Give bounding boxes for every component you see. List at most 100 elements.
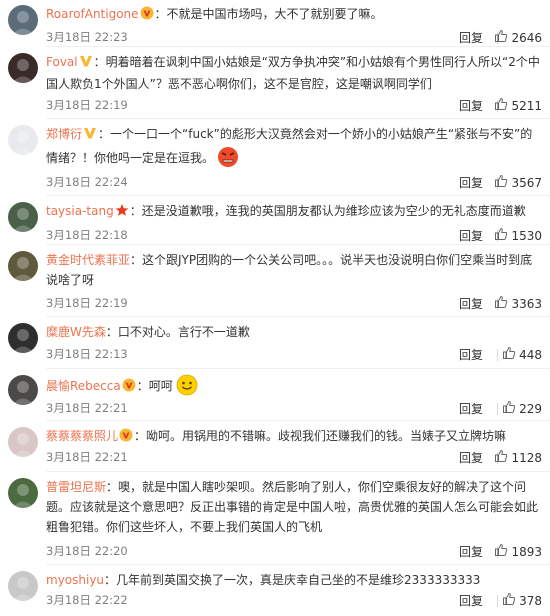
reply-button[interactable]: 回复	[459, 227, 483, 244]
avatar[interactable]	[8, 5, 38, 35]
comment-date: 3月18日 22:18	[46, 228, 128, 242]
like-count: 1128	[511, 450, 542, 465]
like-count: 3567	[511, 175, 542, 190]
vip-badge-icon[interactable]	[122, 378, 136, 398]
like-button[interactable]: 3567	[494, 174, 542, 191]
reply-button[interactable]: 回复	[459, 400, 483, 417]
like-count: 1893	[511, 544, 542, 559]
row-divider	[46, 195, 550, 196]
comment-text-block: 普雷坦尼斯：噢，就是中国人瞎吵架呗。然后影响了别人，你们空乘很友好的解决了这个问…	[46, 477, 540, 537]
v-badge-icon[interactable]	[83, 126, 97, 146]
reply-button[interactable]: 回复	[459, 174, 483, 191]
comment-text: ：几年前到英国交换了一次，真是庆幸自己坐的不是维珍2333333333	[104, 573, 481, 587]
comment-text-block: 郑博衍 ：一个一口一个“fuck”的彪形大汉竟然会对一个娇小的小姑娘产生“紧张与不…	[46, 124, 540, 174]
like-count: 3363	[511, 296, 542, 311]
username-link[interactable]: 糜鹿W先森	[46, 325, 106, 339]
avatar[interactable]	[8, 478, 38, 508]
comment-text: ：口不对心。言行不一道歉	[105, 325, 250, 339]
comment-date: 3月18日 22:21	[46, 450, 128, 464]
like-button[interactable]: 2646	[494, 29, 542, 46]
angry-face-icon	[217, 146, 239, 174]
like-count: 1530	[511, 228, 542, 243]
reply-button[interactable]: 回复	[459, 295, 483, 312]
thumbs-up-icon	[494, 29, 508, 46]
reply-button[interactable]: 回复	[459, 543, 483, 560]
username-link[interactable]: 晨愉Rebecca	[46, 379, 121, 393]
v-badge-icon[interactable]	[79, 54, 93, 74]
comment-text-block: 黄金时代素菲亚：这个跟JYP团购的一个公关公司吧。。。说半天也没说明白你们空乘当…	[46, 250, 540, 290]
avatar[interactable]	[8, 202, 38, 232]
vip-badge-icon[interactable]	[140, 6, 154, 26]
username-link[interactable]: 郑博衍	[46, 127, 82, 141]
thumbs-up-icon	[502, 400, 516, 417]
comment-text-block: myoshiyu：几年前到英国交换了一次，真是庆幸自己坐的不是维珍2333333…	[46, 570, 540, 590]
avatar[interactable]	[8, 375, 38, 405]
thumbs-up-icon	[502, 346, 516, 363]
like-button[interactable]: 1128	[494, 449, 542, 466]
username-link[interactable]: 黄金时代素菲亚	[46, 253, 130, 267]
comment-text-block: taysia-tang ：还是没道歉哦，连我的英国朋友都认为维珍应该为空少的无礼态…	[46, 201, 540, 223]
like-button[interactable]: 5211	[494, 97, 542, 114]
avatar[interactable]	[8, 323, 38, 353]
comment-text: ：噢，就是中国人瞎吵架呗。然后影响了别人，你们空乘很友好的解决了这个问题。应该就…	[46, 480, 539, 534]
row-divider	[46, 420, 550, 421]
comment-text: ：呵呵	[136, 379, 173, 393]
reply-button[interactable]: 回复	[459, 449, 483, 466]
like-count: 2646	[511, 30, 542, 45]
avatar[interactable]	[8, 125, 38, 155]
username-link[interactable]: RoarofAntigone	[46, 7, 139, 21]
like-count: 448	[519, 347, 542, 362]
vip-badge-icon[interactable]	[119, 428, 133, 448]
comment-text-block: 糜鹿W先森：口不对心。言行不一道歉	[46, 322, 540, 342]
avatar[interactable]	[8, 251, 38, 281]
thumbs-up-icon	[502, 592, 516, 609]
username-link[interactable]: 普雷坦尼斯	[46, 480, 106, 494]
thumbs-up-icon	[494, 449, 508, 466]
username-link[interactable]: Foval	[46, 55, 78, 69]
username-link[interactable]: taysia-tang	[46, 204, 114, 218]
comment-date: 3月18日 22:20	[46, 544, 128, 558]
row-divider	[46, 46, 550, 47]
comment-date: 3月18日 22:19	[46, 98, 128, 112]
like-button[interactable]: 448	[502, 346, 542, 363]
row-divider	[46, 368, 550, 369]
reply-button[interactable]: 回复	[459, 346, 483, 363]
like-button[interactable]: 378	[502, 592, 542, 609]
comment-text-block: 蔡蔡蔡蔡照儿 ：呦呵。用锅甩的不错嘛。歧视我们还赚我们的钱。当婊子又立牌坊嘛	[46, 426, 540, 448]
avatar[interactable]	[8, 571, 38, 601]
like-button[interactable]: 1530	[494, 227, 542, 244]
username-link[interactable]: 蔡蔡蔡蔡照儿	[46, 429, 118, 443]
reply-button[interactable]: 回复	[459, 97, 483, 114]
comment-text: ：还是没道歉哦，连我的英国朋友都认为维珍应该为空少的无礼态度而道歉	[129, 204, 526, 218]
reply-button[interactable]: 回复	[459, 592, 483, 609]
comment-date: 3月18日 22:24	[46, 175, 128, 189]
thumbs-up-icon	[494, 227, 508, 244]
star-badge-icon[interactable]	[115, 203, 129, 223]
username-link[interactable]: myoshiyu	[46, 573, 104, 587]
comment-text-block: 晨愉Rebecca ：呵呵	[46, 374, 540, 402]
action-divider	[497, 349, 498, 361]
row-divider	[46, 244, 550, 245]
comment-text: ：不就是中国市场吗，大不了就别要了嘛。	[154, 7, 383, 21]
smile-face-icon	[176, 374, 198, 402]
comment-date: 3月18日 22:21	[46, 401, 128, 415]
thumbs-up-icon	[494, 543, 508, 560]
avatar[interactable]	[8, 53, 38, 83]
like-count: 378	[519, 593, 542, 608]
comment-text: ：一个一口一个“fuck”的彪形大汉竟然会对一个娇小的小姑娘产生“紧张与不安”的…	[46, 127, 533, 165]
row-divider	[46, 316, 550, 317]
comment-date: 3月18日 22:22	[46, 593, 128, 607]
row-divider	[46, 471, 550, 472]
action-divider	[497, 403, 498, 415]
comment-text-block: Foval ：明着暗着在讽刺中国小姑娘是“双方争执冲突”和小姑娘有个男性同行人所以…	[46, 52, 540, 94]
avatar[interactable]	[8, 427, 38, 457]
like-button[interactable]: 3363	[494, 295, 542, 312]
action-divider	[497, 595, 498, 607]
like-count: 5211	[511, 98, 542, 113]
comment-date: 3月18日 22:19	[46, 296, 128, 310]
comment-date: 3月18日 22:13	[46, 347, 128, 361]
comment-text: ：呦呵。用锅甩的不错嘛。歧视我们还赚我们的钱。当婊子又立牌坊嘛	[134, 429, 507, 443]
like-button[interactable]: 1893	[494, 543, 542, 560]
like-button[interactable]: 229	[502, 400, 542, 417]
reply-button[interactable]: 回复	[459, 29, 483, 46]
